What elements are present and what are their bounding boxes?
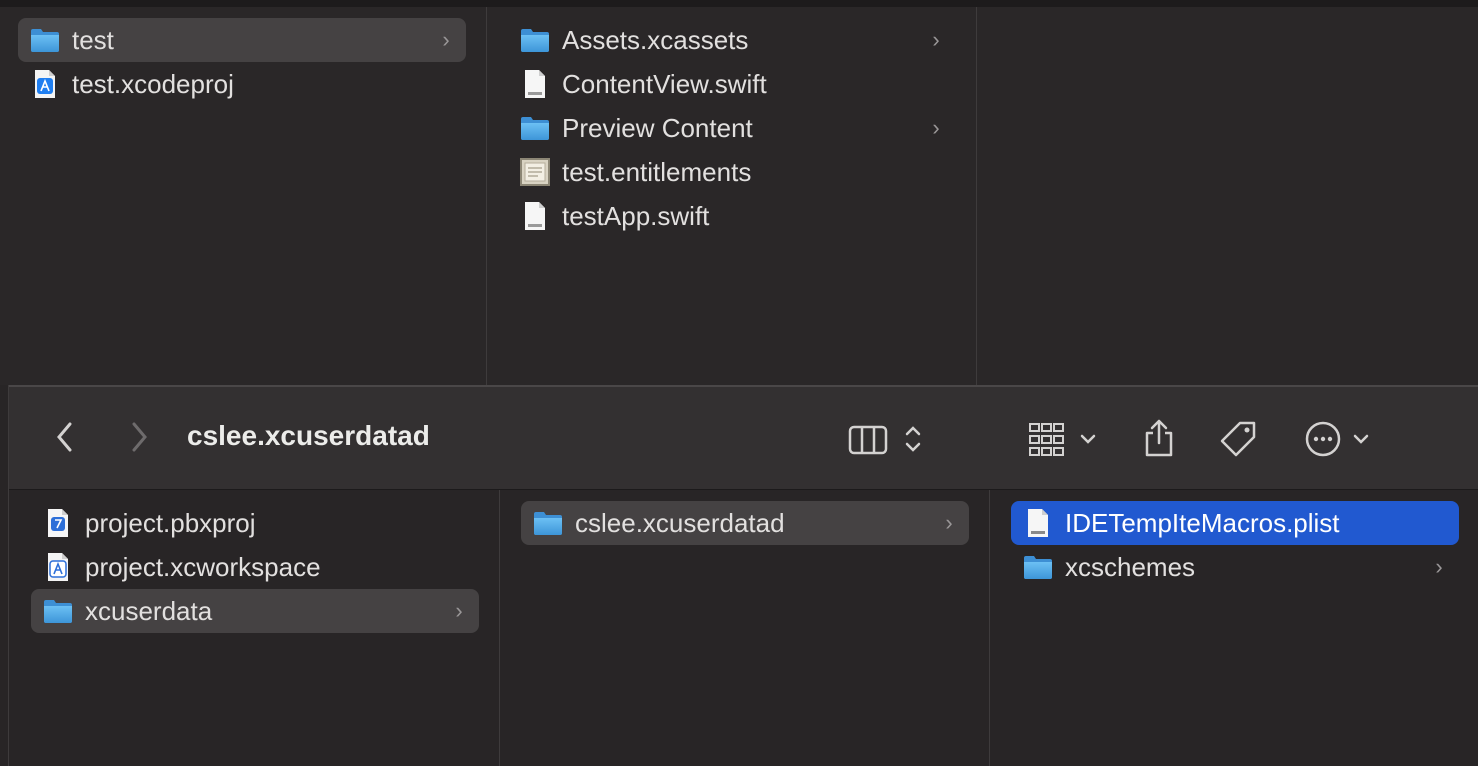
list-item-label: testApp.swift [562, 200, 710, 231]
plist-file-icon [1023, 508, 1053, 538]
list-item-label: test.entitlements [562, 156, 752, 187]
list-item-label: project.xcworkspace [85, 551, 321, 582]
list-item-testapp[interactable]: testApp.swift [508, 194, 956, 238]
top-finder-window: test › test.xcodeproj Assets.xcassets › … [0, 0, 1478, 385]
list-item-label: test.xcodeproj [72, 68, 234, 99]
folder-icon [520, 113, 550, 143]
list-item-label: xcschemes [1065, 551, 1196, 582]
list-item-label: test [72, 24, 114, 55]
xcodeproj-icon [30, 69, 60, 99]
tag-button[interactable] [1215, 417, 1261, 461]
list-item-label: Assets.xcassets [562, 24, 749, 55]
chevron-left-icon [57, 422, 72, 452]
chevron-right-icon: › [932, 115, 940, 140]
column-browser: project.pbxproj project.xcworkspace xcus… [9, 490, 1478, 766]
swift-file-icon [520, 201, 550, 231]
columns-view-icon [848, 425, 888, 455]
chevron-right-icon: › [455, 598, 463, 623]
list-item-entitlements[interactable]: test.entitlements [508, 150, 956, 194]
list-item-label: IDETempIteMacros.plist [1065, 507, 1340, 538]
folder-icon [533, 508, 563, 538]
column-divider[interactable] [486, 7, 487, 385]
entitlements-file-icon [520, 157, 550, 187]
pbxproj-file-icon [43, 508, 73, 538]
chevron-right-icon: › [945, 510, 953, 535]
chevron-right-icon: › [442, 27, 450, 52]
xcworkspace-icon [43, 552, 73, 582]
list-item-label: xcuserdata [85, 595, 213, 626]
list-item-contentview[interactable]: ContentView.swift [508, 62, 956, 106]
share-button[interactable] [1137, 415, 1181, 461]
window-title: cslee.xcuserdatad [187, 420, 430, 451]
folder-icon [43, 596, 73, 626]
list-item-xcodeproj[interactable]: test.xcodeproj [18, 62, 466, 106]
list-item-cslee-xcuserdatad[interactable]: cslee.xcuserdatad › [521, 501, 969, 545]
chevron-right-icon: › [932, 27, 940, 52]
chevron-down-icon [1080, 434, 1096, 444]
list-item-preview-content[interactable]: Preview Content › [508, 106, 956, 150]
chevron-right-icon [132, 422, 147, 452]
folder-icon [520, 25, 550, 55]
list-item-test-folder[interactable]: test › [18, 18, 466, 62]
grid-group-icon [1029, 423, 1064, 456]
list-item-idetemplatemacros[interactable]: IDETempIteMacros.plist [1011, 501, 1459, 545]
chevron-down-icon [1353, 434, 1369, 444]
list-item-label: cslee.xcuserdatad [575, 507, 785, 538]
view-mode-button[interactable] [843, 417, 933, 461]
list-item-label: project.pbxproj [85, 507, 256, 538]
group-button[interactable] [1027, 417, 1107, 461]
list-item-xcworkspace[interactable]: project.xcworkspace [31, 545, 479, 589]
swift-file-icon [520, 69, 550, 99]
ellipsis-circle-icon [1305, 421, 1341, 457]
bottom-finder-window: cslee.xcuserdatad project.pbxproj projec… [8, 385, 1478, 766]
back-button[interactable] [45, 417, 85, 457]
folder-icon [1023, 552, 1053, 582]
chevron-right-icon: › [1435, 554, 1443, 579]
tag-icon [1220, 421, 1256, 457]
list-item-xcschemes[interactable]: xcschemes › [1011, 545, 1459, 589]
list-item-label: Preview Content [562, 112, 753, 143]
folder-icon [30, 25, 60, 55]
chevron-up-down-icon [905, 426, 921, 452]
share-icon [1145, 419, 1173, 457]
list-item-assets[interactable]: Assets.xcassets › [508, 18, 956, 62]
forward-button[interactable] [119, 417, 159, 457]
list-item-pbxproj[interactable]: project.pbxproj [31, 501, 479, 545]
column-divider[interactable] [989, 490, 990, 766]
list-item-xcuserdata[interactable]: xcuserdata › [31, 589, 479, 633]
list-item-label: ContentView.swift [562, 68, 767, 99]
toolbar: cslee.xcuserdatad [9, 385, 1478, 490]
column-divider[interactable] [976, 7, 977, 385]
more-actions-button[interactable] [1303, 417, 1383, 461]
column-divider[interactable] [499, 490, 500, 766]
